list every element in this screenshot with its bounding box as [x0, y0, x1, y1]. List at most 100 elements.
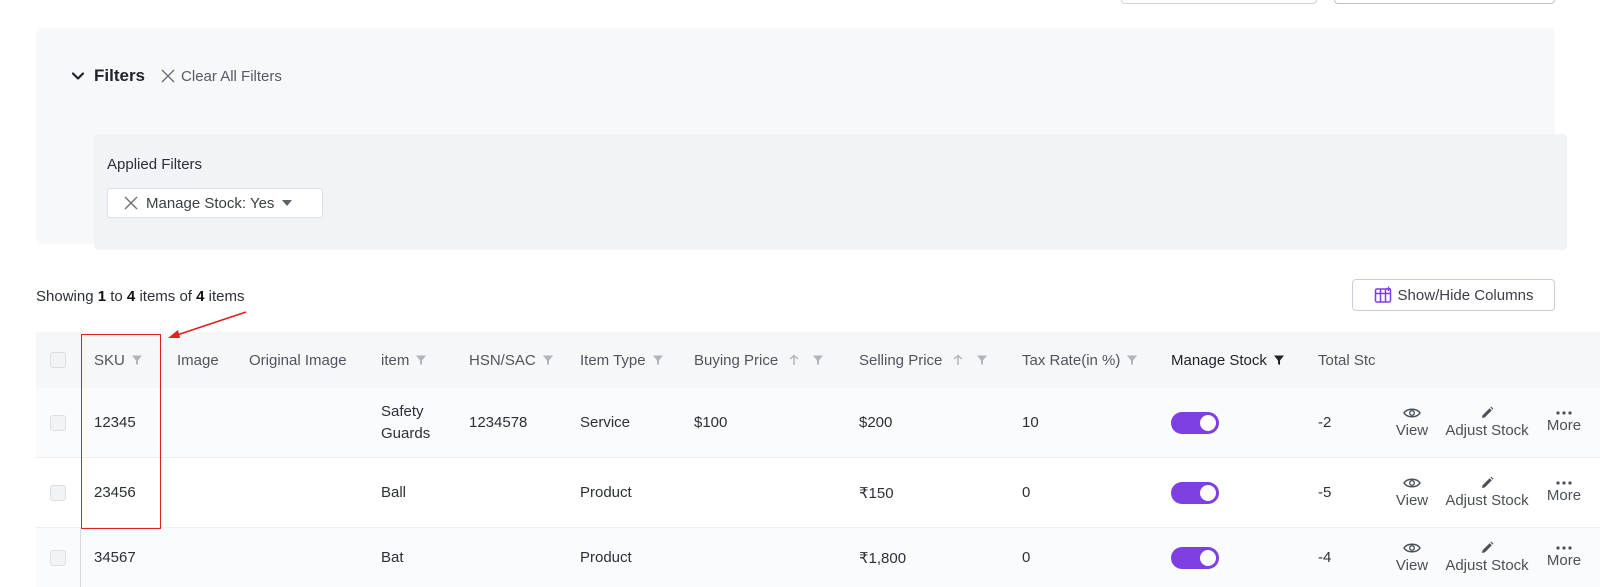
view-label: View [1395, 557, 1429, 574]
table-row: 12345 Safety Guards 1234578 Service $100… [36, 388, 1600, 458]
cell-sku: 12345 [94, 414, 136, 431]
cell-item: Ball [381, 484, 407, 501]
cell-selling-price: ₹1,800 [859, 549, 907, 567]
manage-stock-toggle[interactable] [1171, 411, 1219, 434]
cell-tax-rate: 10 [1022, 414, 1039, 431]
top-toolbar-button-secondary[interactable] [1334, 0, 1555, 4]
cell-total-stock: -4 [1318, 549, 1332, 566]
caret-down-icon[interactable] [282, 200, 293, 206]
header-hsn-sac[interactable]: HSN/SAC [469, 332, 554, 388]
manage-stock-toggle[interactable] [1171, 481, 1219, 504]
view-button[interactable]: View [1390, 528, 1434, 587]
more-button[interactable]: More [1542, 458, 1586, 527]
manage-stock-toggle[interactable] [1171, 546, 1219, 569]
header-manage-stock-label: Manage Stock [1171, 351, 1267, 369]
cell-manage-stock [1171, 388, 1219, 457]
header-image-label: Image [177, 351, 219, 369]
more-label: More [1546, 417, 1582, 434]
filter-icon[interactable] [131, 354, 143, 366]
filter-icon[interactable] [976, 354, 988, 366]
header-buying-price-label: Buying Price [694, 351, 779, 369]
filter-icon[interactable] [415, 354, 427, 366]
cell-selling-price: ₹150 [859, 484, 894, 502]
row-checkbox-cell [50, 458, 66, 527]
eye-icon [1403, 543, 1421, 553]
header-sku[interactable]: SKU [94, 332, 143, 388]
row-checkbox[interactable] [50, 549, 66, 566]
cell-manage-stock [1171, 458, 1219, 527]
remove-filter-icon[interactable] [124, 196, 138, 210]
more-label: More [1546, 487, 1582, 504]
sort-up-icon[interactable] [952, 354, 964, 366]
cell-sku: 34567 [94, 549, 136, 566]
close-icon [161, 69, 175, 83]
filter-chip-manage-stock[interactable]: Manage Stock: Yes [107, 188, 323, 218]
header-selling-price[interactable]: Selling Price [859, 332, 988, 388]
more-button[interactable]: More [1542, 528, 1586, 587]
cell-item-type: Product [580, 549, 632, 566]
header-hsn-label: HSN/SAC [469, 351, 536, 369]
row-checkbox-cell [50, 528, 66, 587]
adjust-stock-button[interactable]: Adjust Stock [1439, 388, 1535, 457]
pencil-icon [1482, 541, 1494, 553]
cell-item-type: Product [580, 484, 632, 501]
cell-total-stock: -2 [1318, 414, 1332, 431]
adjust-stock-label: Adjust Stock [1445, 557, 1529, 574]
header-original-image: Original Image [249, 332, 347, 388]
header-tax-rate-label: Tax Rate(in %) [1022, 351, 1121, 369]
header-item[interactable]: item [381, 332, 427, 388]
view-button[interactable]: View [1390, 388, 1434, 457]
header-selling-price-label: Selling Price [859, 351, 943, 369]
filters-title[interactable]: Filters [94, 66, 145, 86]
select-all-checkbox-cell [50, 332, 66, 388]
filter-chip-label: Manage Stock: Yes [146, 194, 275, 212]
summary-prefix: Showing [36, 288, 94, 305]
cell-manage-stock [1171, 528, 1219, 587]
clear-all-label: Clear All Filters [181, 67, 282, 85]
eye-icon [1403, 408, 1421, 418]
filter-icon[interactable] [542, 354, 554, 366]
more-dots-icon [1556, 546, 1572, 550]
cell-item-line1: Safety [381, 402, 424, 420]
filter-icon[interactable] [652, 354, 664, 366]
adjust-stock-button[interactable]: Adjust Stock [1439, 458, 1535, 527]
cell-item-type: Service [580, 414, 631, 431]
filter-icon[interactable] [812, 354, 824, 366]
header-tax-rate[interactable]: Tax Rate(in %) [1022, 332, 1138, 388]
summary-to-word: to [110, 288, 123, 305]
cell-tax-rate: 0 [1022, 484, 1031, 501]
header-manage-stock[interactable]: Manage Stock [1171, 332, 1285, 388]
header-total-stock: Total Stc [1318, 332, 1414, 388]
cell-item-line2: Guards [381, 424, 431, 442]
select-all-checkbox[interactable] [50, 352, 66, 368]
more-label: More [1546, 552, 1582, 569]
sort-up-icon[interactable] [788, 354, 800, 366]
adjust-stock-label: Adjust Stock [1445, 492, 1529, 509]
pencil-icon [1482, 476, 1494, 488]
filter-icon[interactable] [1126, 354, 1138, 366]
cell-buying-price: $100 [694, 414, 728, 431]
clear-all-filters-button[interactable]: Clear All Filters [161, 68, 282, 85]
filter-active-icon[interactable] [1273, 354, 1285, 366]
header-item-label: item [381, 351, 410, 369]
annotation-arrow-icon [168, 311, 247, 338]
more-dots-icon [1556, 411, 1572, 415]
header-image: Image [177, 332, 219, 388]
adjust-stock-button[interactable]: Adjust Stock [1439, 528, 1535, 587]
chevron-down-icon[interactable] [70, 68, 86, 84]
show-hide-columns-button[interactable]: Show/Hide Columns [1352, 279, 1555, 311]
cell-tax-rate: 0 [1022, 549, 1031, 566]
cell-total-stock: -5 [1318, 484, 1332, 501]
header-item-type[interactable]: Item Type [580, 332, 664, 388]
header-original-image-label: Original Image [249, 351, 347, 369]
view-button[interactable]: View [1390, 458, 1434, 527]
row-checkbox[interactable] [50, 484, 66, 501]
row-checkbox[interactable] [50, 414, 66, 431]
more-button[interactable]: More [1542, 388, 1586, 457]
table-row: 34567 Bat Product ₹1,800 0 -4 View Adjus… [36, 528, 1600, 587]
top-toolbar-button[interactable] [1121, 0, 1317, 4]
show-hide-columns-label: Show/Hide Columns [1397, 286, 1534, 304]
items-table: SKU Image Original Image item HSN/SAC It… [36, 332, 1600, 587]
eye-icon [1403, 478, 1421, 488]
header-buying-price[interactable]: Buying Price [694, 332, 824, 388]
